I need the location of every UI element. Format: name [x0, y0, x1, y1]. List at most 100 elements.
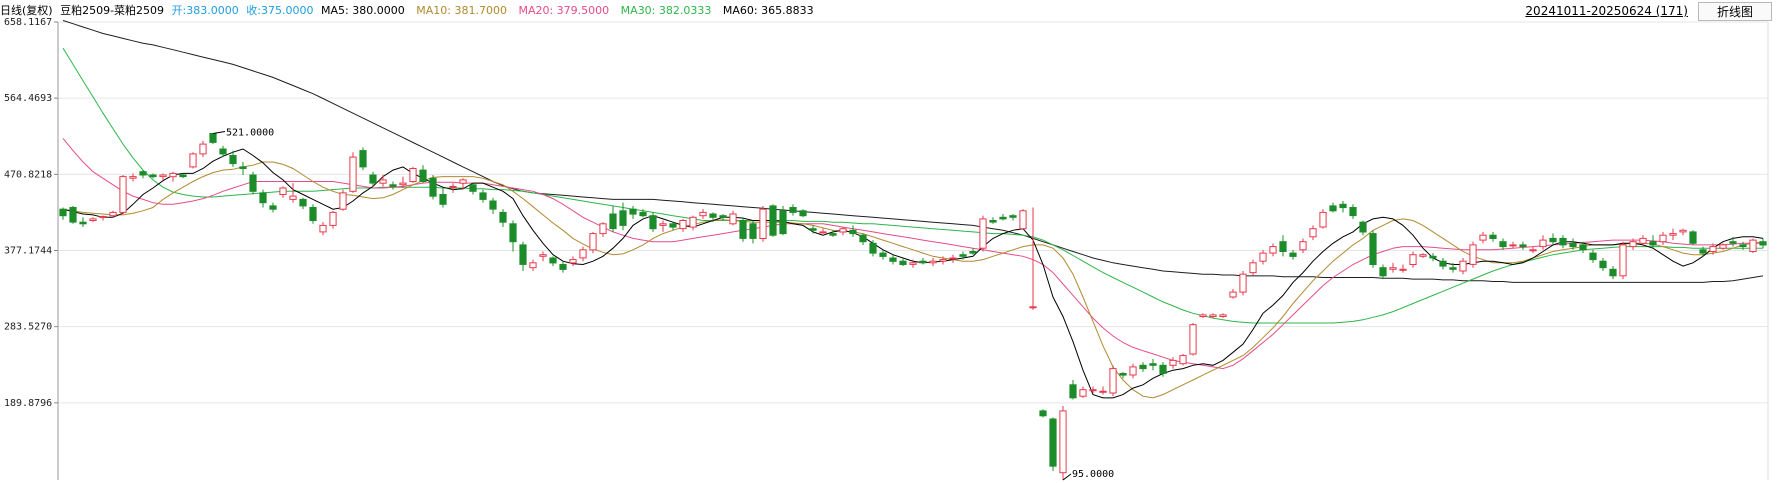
candle-body [959, 254, 967, 257]
candle [1319, 209, 1327, 229]
candle-body [1069, 384, 1077, 399]
candle [689, 215, 697, 231]
candle [1239, 270, 1247, 296]
candle [529, 259, 537, 271]
candle-body [189, 153, 197, 168]
candle [1229, 288, 1237, 299]
candle-body [1149, 363, 1157, 366]
candle-body [99, 216, 107, 218]
candle [89, 217, 97, 223]
candle [1609, 266, 1617, 280]
candle [1089, 386, 1097, 393]
y-tick-label: 189.8796 [4, 398, 52, 409]
candle-body [1419, 254, 1427, 257]
candle [1279, 235, 1287, 257]
candle-body [1589, 252, 1597, 261]
candle [199, 140, 207, 158]
candle-body [1219, 314, 1227, 317]
candle [339, 189, 347, 211]
candle [269, 202, 277, 213]
candle-body [1099, 390, 1107, 393]
candle [59, 207, 67, 220]
candle-body [439, 194, 447, 205]
candle [239, 161, 247, 176]
candle-body [1449, 267, 1457, 270]
candle-body [1499, 241, 1507, 248]
candle-body [129, 176, 137, 179]
candle [429, 175, 437, 200]
candle [1459, 257, 1467, 275]
candle [209, 133, 217, 145]
candle-body [519, 244, 527, 265]
candle [1249, 259, 1257, 276]
candle-body [589, 233, 597, 251]
candle [309, 204, 317, 224]
candle-body [749, 223, 757, 239]
candle-body [1749, 239, 1757, 253]
candle-body [299, 198, 307, 207]
candle-body [1739, 244, 1747, 247]
candle [929, 257, 937, 267]
candle [1309, 225, 1317, 241]
candle-body [1719, 244, 1727, 249]
candle [569, 256, 577, 267]
candle-body [679, 220, 687, 230]
candle [589, 231, 597, 254]
candle-body [269, 205, 277, 210]
candle-body [1349, 207, 1357, 217]
candle-body [149, 174, 157, 178]
candle-body [569, 259, 577, 264]
candle [419, 165, 427, 184]
candle-body [1539, 239, 1547, 248]
candle-body [919, 260, 927, 264]
candle [1009, 214, 1017, 221]
candle-body [629, 208, 637, 215]
candle [1489, 231, 1497, 242]
candle-body [1159, 364, 1167, 374]
candle [1559, 235, 1567, 249]
candle [739, 217, 747, 242]
candle [699, 209, 707, 219]
candle-body [1369, 233, 1377, 266]
candle [139, 170, 147, 179]
candle [79, 217, 87, 228]
candle-body [1609, 268, 1617, 277]
candle [509, 220, 517, 252]
ma20-line [62, 138, 1763, 370]
candle [439, 188, 447, 208]
candle-body [1199, 314, 1207, 317]
ma5-line [62, 148, 1764, 399]
candle [799, 209, 807, 218]
candle-body [939, 259, 947, 262]
candle-body [379, 179, 387, 184]
candle-body [1039, 410, 1047, 417]
candle-body [1669, 233, 1677, 236]
candle-body [779, 210, 787, 235]
candle [119, 175, 127, 215]
y-tick-label: 564.4693 [4, 93, 52, 104]
candle-body [1119, 373, 1127, 376]
candle-body [979, 218, 987, 249]
candle [1369, 230, 1377, 268]
candle-body [1729, 241, 1737, 244]
candle-body [359, 150, 367, 168]
candle [1109, 365, 1117, 397]
candle [609, 205, 617, 232]
candle-body [879, 252, 887, 257]
candle-body [949, 257, 957, 260]
candle-body [1329, 205, 1337, 212]
candle-body [1299, 241, 1307, 251]
candle-body [1679, 229, 1687, 233]
candle [629, 205, 637, 219]
y-tick-label: 470.8218 [4, 169, 52, 180]
candle [659, 220, 667, 232]
candle-body [409, 168, 417, 182]
candle-body [339, 192, 347, 210]
candle [559, 261, 567, 273]
candlestick-chart[interactable]: 658.1167 564.4693 470.8218 377.1744 283.5270… [0, 0, 1780, 483]
candle-body [1629, 241, 1637, 248]
candle-body [1699, 249, 1707, 254]
candle-body [699, 211, 707, 217]
candle [599, 222, 607, 237]
candle [1389, 262, 1397, 273]
